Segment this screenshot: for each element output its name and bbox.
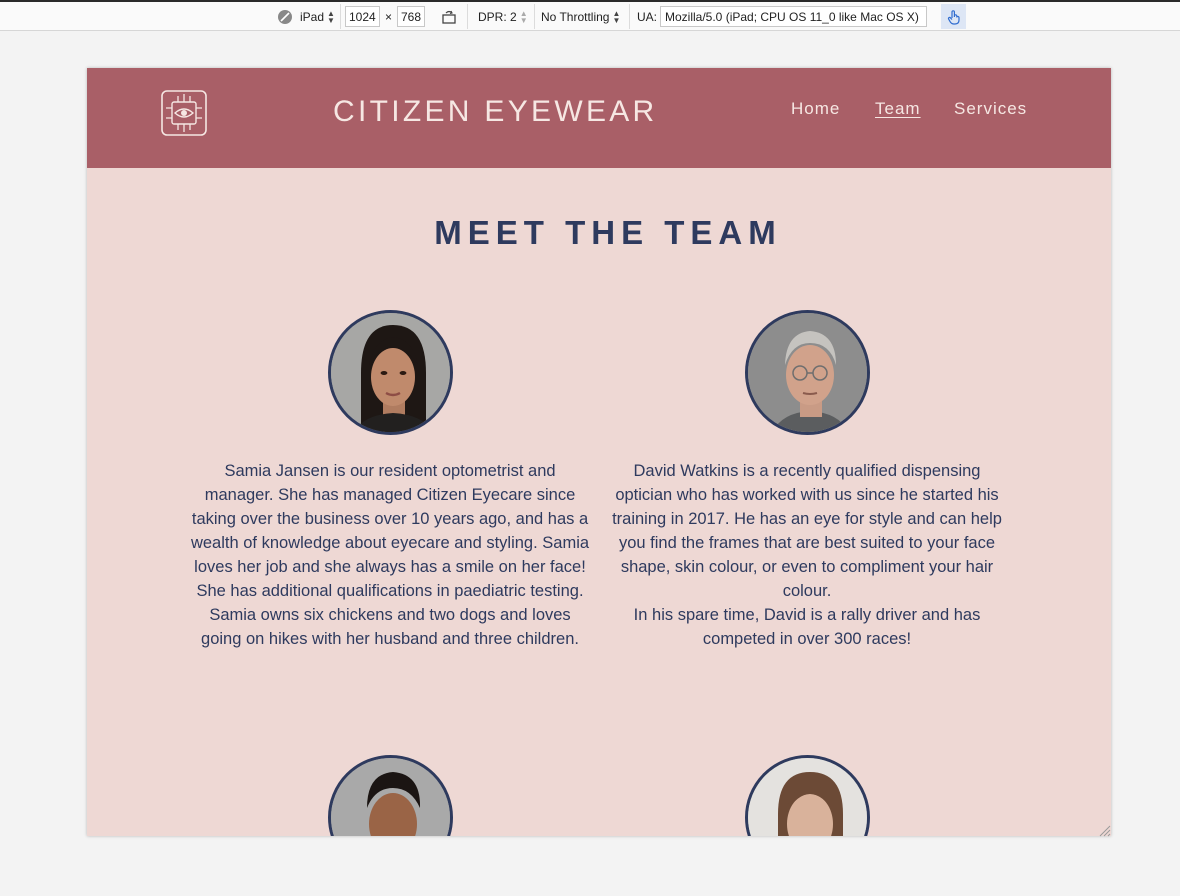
page-title: MEET THE TEAM bbox=[434, 214, 782, 251]
team-member-bio: Samia Jansen is our resident optometrist… bbox=[190, 459, 590, 651]
device-toolbar: iPad ▲ ▼ 1024 × 768 DPR: 2 ▲ ▼ No Throttli… bbox=[0, 0, 1180, 31]
divider bbox=[340, 4, 341, 29]
team-member-bio: David Watkins is a recently qualified di… bbox=[607, 459, 1007, 651]
logo-icon[interactable] bbox=[161, 90, 207, 136]
dpr-select[interactable]: DPR: 2 ▲ ▼ bbox=[478, 2, 528, 31]
nav-team[interactable]: Team bbox=[875, 99, 921, 119]
bio-text: Samia Jansen is our resident optometrist… bbox=[190, 462, 590, 600]
dpr-label: DPR: 2 bbox=[478, 9, 517, 24]
bio-extra-text: Samia owns six chickens and two dogs and… bbox=[201, 606, 579, 648]
device-select[interactable]: iPad ▲ ▼ bbox=[300, 2, 335, 31]
select-arrows-icon: ▲ ▼ bbox=[612, 8, 621, 25]
bio-extra-text: In his spare time, David is a rally driv… bbox=[633, 606, 981, 648]
team-member-photo bbox=[328, 755, 453, 836]
resize-handle-icon[interactable] bbox=[1097, 822, 1111, 837]
height-input[interactable]: 768 bbox=[397, 6, 426, 27]
ua-label: UA: bbox=[637, 9, 658, 24]
brand-title[interactable]: CITIZEN EYEWEAR bbox=[333, 95, 658, 129]
emulated-viewport: CITIZEN EYEWEAR Home Team Services MEET … bbox=[87, 68, 1111, 836]
divider bbox=[534, 4, 535, 29]
user-agent-input[interactable]: Mozilla/5.0 (iPad; CPU OS 11_0 like Mac … bbox=[660, 6, 927, 27]
divider bbox=[467, 4, 468, 29]
select-arrows-icon: ▲ ▼ bbox=[327, 8, 335, 25]
touch-emulation-icon[interactable] bbox=[941, 4, 966, 29]
site-header: CITIZEN EYEWEAR Home Team Services bbox=[87, 68, 1111, 168]
width-input[interactable]: 1024 bbox=[345, 6, 380, 27]
rotate-icon[interactable] bbox=[441, 2, 457, 31]
device-mode-icon[interactable] bbox=[277, 2, 293, 31]
bio-text: David Watkins is a recently qualified di… bbox=[612, 462, 1002, 600]
team-member-photo bbox=[328, 310, 453, 435]
nav-home[interactable]: Home bbox=[791, 99, 840, 119]
throttling-select[interactable]: No Throttling ▲ ▼ bbox=[541, 2, 620, 31]
team-member-photo bbox=[745, 755, 870, 836]
divider bbox=[629, 4, 630, 29]
team-member-photo bbox=[745, 310, 870, 435]
device-name: iPad bbox=[300, 9, 325, 24]
times-sign: × bbox=[385, 9, 393, 24]
select-arrows-icon: ▲ ▼ bbox=[519, 8, 528, 25]
nav-services[interactable]: Services bbox=[954, 99, 1027, 119]
throttling-label: No Throttling bbox=[541, 9, 610, 24]
